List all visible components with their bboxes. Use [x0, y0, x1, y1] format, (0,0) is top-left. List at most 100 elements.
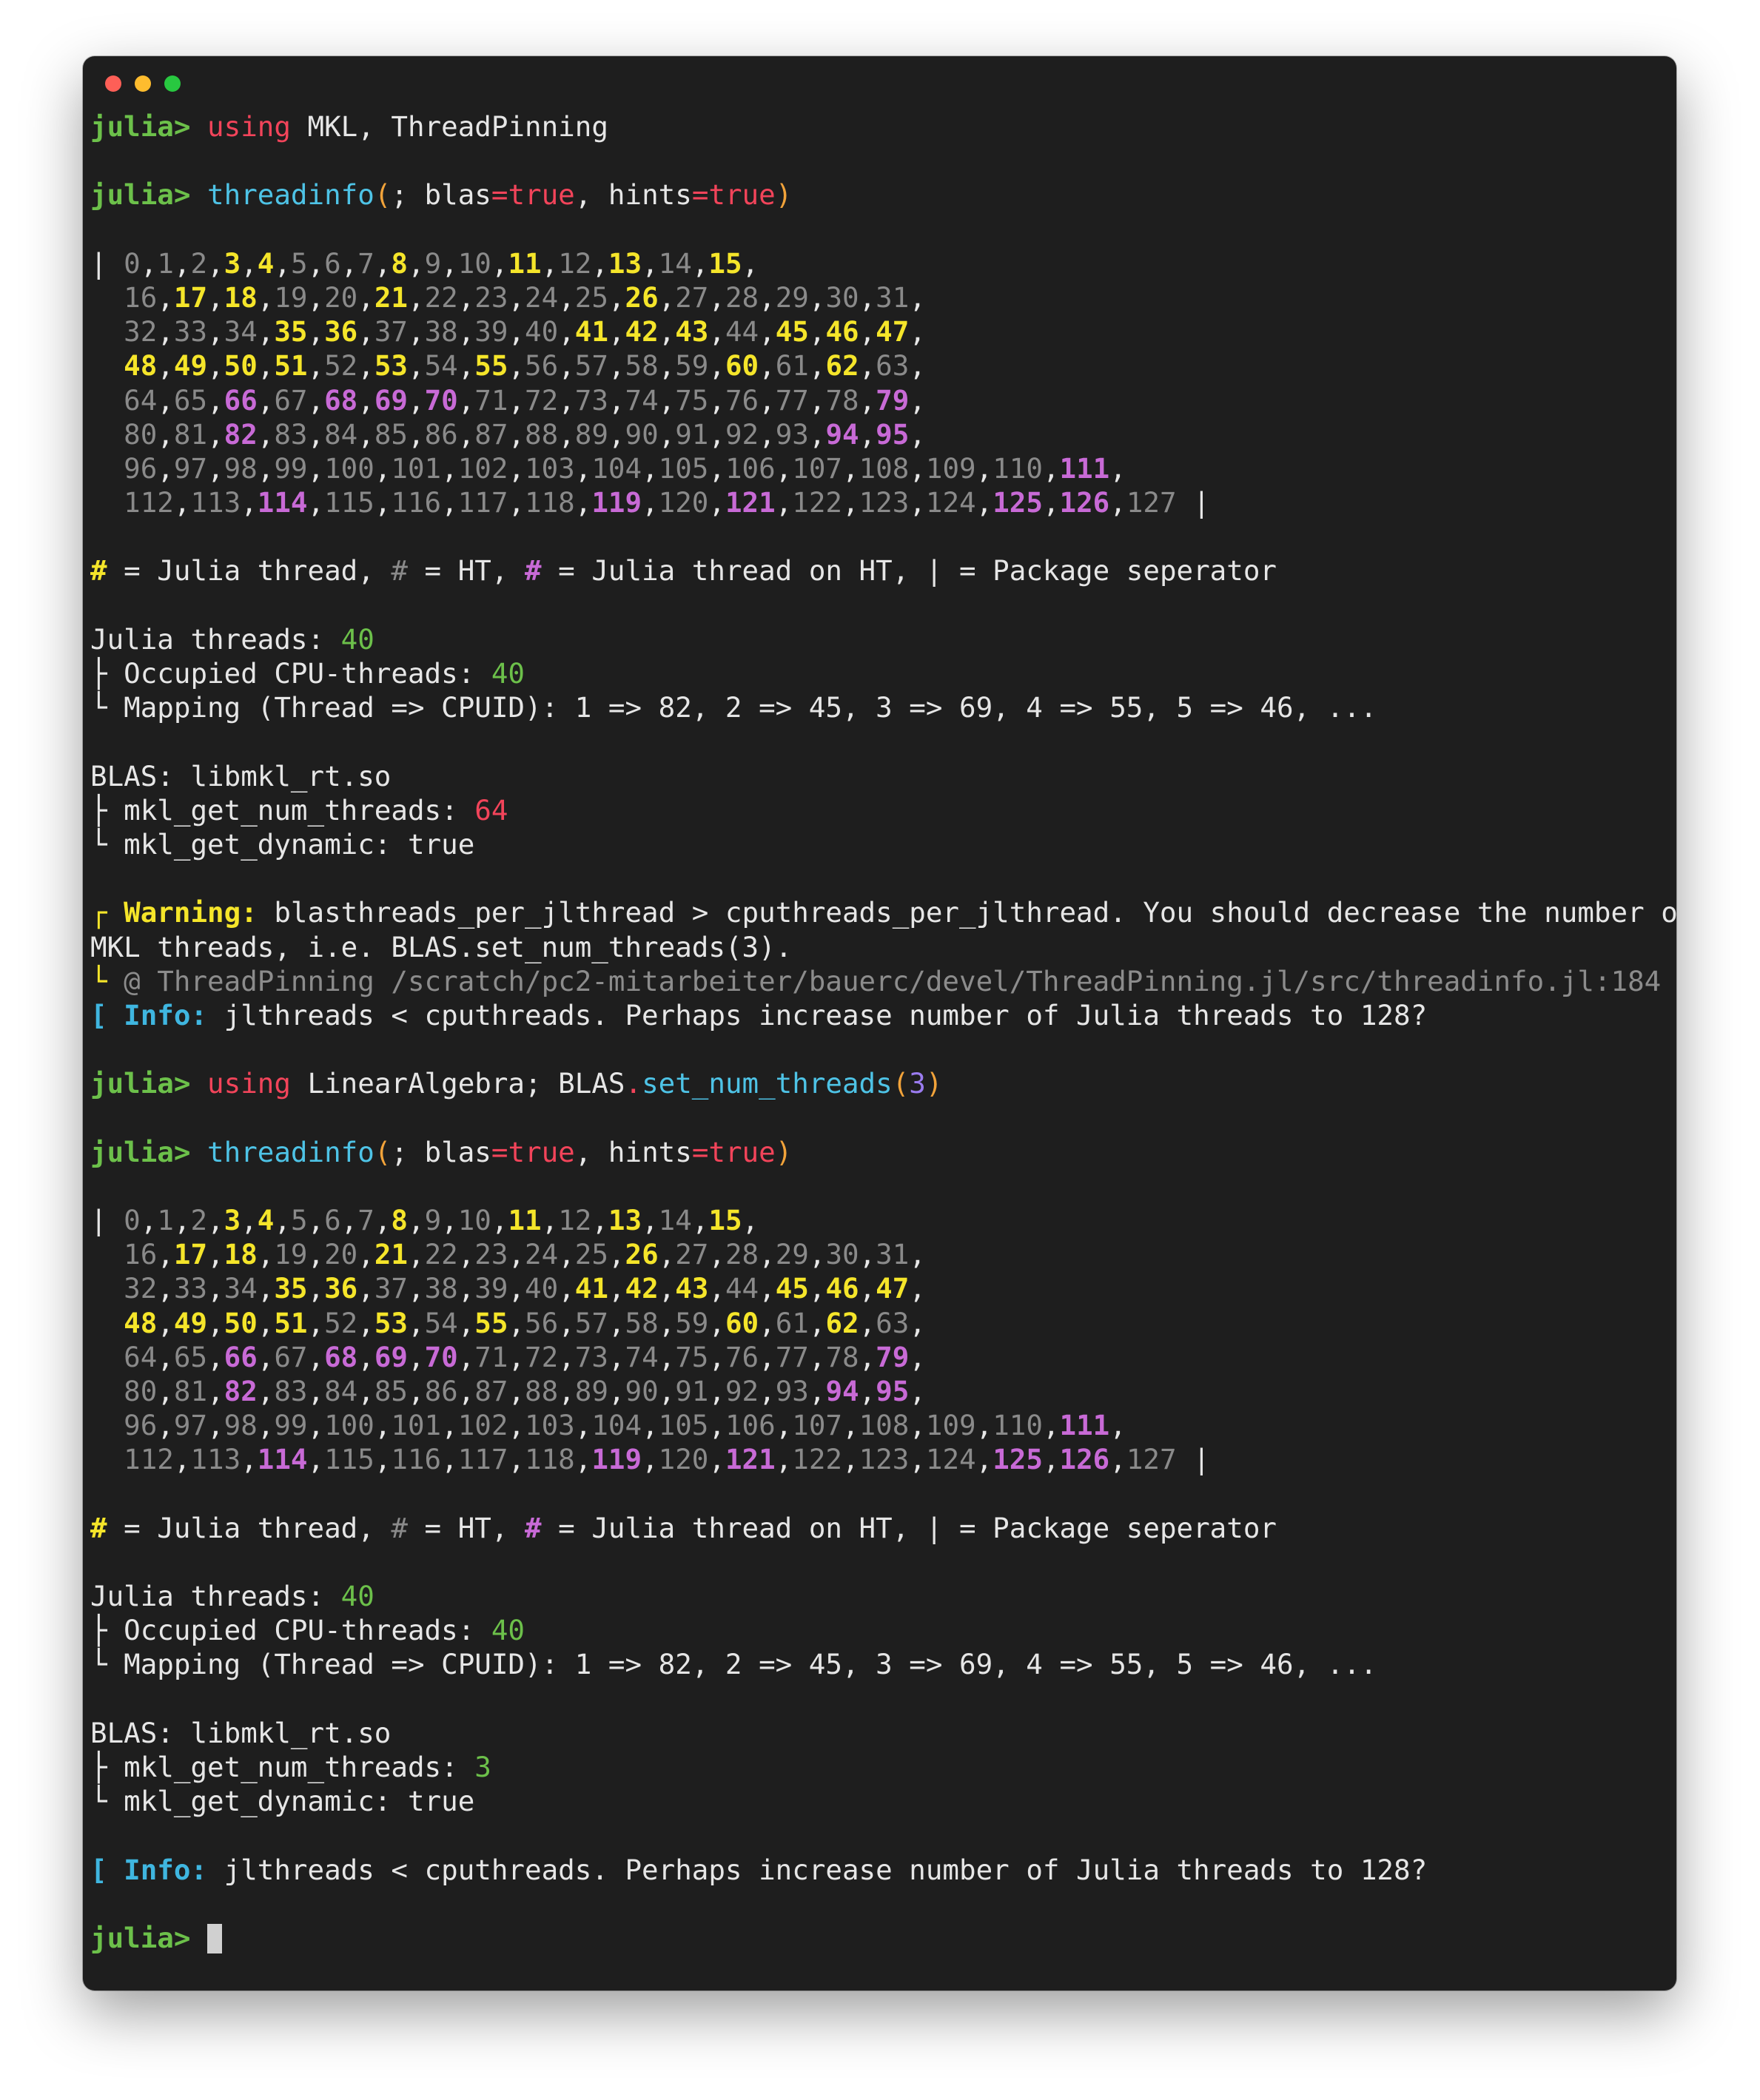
- terminal-text: ,: [842, 486, 859, 519]
- terminal-text: 16: [124, 280, 158, 314]
- terminal-text: 118: [525, 486, 575, 519]
- terminal-text: 112: [124, 486, 174, 519]
- terminal-text: 72: [525, 1340, 559, 1373]
- terminal-text: ,: [859, 349, 876, 383]
- terminal-text: ├ Occupied CPU-threads:: [90, 657, 491, 690]
- terminal-text: ,: [608, 1306, 625, 1339]
- terminal-text: 23: [474, 1238, 508, 1271]
- terminal-text: 103: [525, 451, 575, 485]
- terminal-text: ,: [808, 315, 826, 349]
- maximize-window-icon[interactable]: [164, 75, 181, 92]
- terminal-text: =: [691, 178, 709, 212]
- terminal-text: 53: [374, 1306, 408, 1339]
- terminal-text: 18: [224, 280, 258, 314]
- terminal-text: ,: [508, 1238, 525, 1271]
- terminal-text: ,: [441, 246, 458, 280]
- terminal-text: 113: [190, 486, 241, 519]
- terminal-line: 32,33,34,35,36,37,38,39,40,41,42,43,44,4…: [90, 1271, 1669, 1305]
- terminal-text: ,: [357, 1340, 374, 1373]
- terminal-text: 26: [625, 1238, 659, 1271]
- terminal-text: 81: [173, 1374, 208, 1407]
- terminal-text: ,: [257, 1340, 275, 1373]
- terminal-text: 37: [374, 315, 408, 349]
- terminal-text: ,: [274, 1204, 291, 1236]
- terminal-text: 2: [190, 1204, 208, 1236]
- terminal-text: ,: [407, 280, 425, 314]
- terminal-line: julia>: [90, 1921, 1669, 1955]
- terminal-text: 58: [625, 349, 659, 383]
- terminal-text: 5: [290, 1204, 308, 1236]
- terminal-text: ,: [859, 315, 876, 349]
- terminal-text: 116: [391, 486, 442, 519]
- terminal-text: ,: [207, 246, 224, 280]
- terminal-text: 61: [775, 1306, 809, 1339]
- terminal-text: ,: [909, 451, 926, 485]
- terminal-text: 83: [274, 1374, 308, 1407]
- minimize-window-icon[interactable]: [135, 75, 151, 92]
- terminal-text: Julia threads:: [90, 1580, 341, 1613]
- terminal-text: ,: [173, 486, 191, 519]
- terminal-text: ,: [1109, 451, 1126, 485]
- terminal-text: ,: [357, 315, 374, 349]
- terminal-text: 87: [474, 1374, 508, 1407]
- terminal-text: 96: [124, 451, 158, 485]
- terminal-text: 49: [173, 1306, 208, 1339]
- terminal-text: 82: [224, 417, 258, 451]
- terminal-text: └: [90, 964, 124, 997]
- terminal-text: ,: [558, 1374, 575, 1407]
- terminal-text: 77: [775, 1340, 809, 1373]
- terminal-text: [ Info:: [90, 1853, 208, 1886]
- terminal-text: ,: [307, 280, 325, 314]
- terminal-text: 104: [591, 451, 642, 485]
- terminal-text: ,: [307, 1204, 325, 1236]
- terminal-text: ,: [407, 1272, 425, 1305]
- terminal-text: 3: [909, 1067, 926, 1100]
- terminal-text: ,: [608, 383, 625, 417]
- terminal-text: ,: [457, 280, 475, 314]
- terminal-text: ,: [207, 315, 224, 349]
- terminal-text: ,: [357, 1238, 374, 1271]
- terminal-text: ,: [658, 1340, 676, 1373]
- terminal-text: ,: [357, 417, 374, 451]
- terminal-line: [ Info: jlthreads < cputhreads. Perhaps …: [90, 998, 1669, 1032]
- terminal-text: ,: [307, 1306, 325, 1339]
- terminal-output[interactable]: julia> using MKL, ThreadPinning julia> th…: [90, 110, 1676, 1955]
- terminal-text: 122: [792, 486, 843, 519]
- terminal-text: 99: [274, 451, 308, 485]
- terminal-text: ,: [207, 1306, 224, 1339]
- terminal-text: 8: [391, 1204, 408, 1236]
- close-window-icon[interactable]: [105, 75, 121, 92]
- terminal-text: 29: [775, 1238, 809, 1271]
- terminal-text: ,: [859, 1374, 876, 1407]
- terminal-line: 112,113,114,115,116,117,118,119,120,121,…: [90, 485, 1669, 519]
- terminal-text: ,: [909, 280, 926, 314]
- terminal-text: ,: [257, 1374, 275, 1407]
- terminal-text: ,: [207, 349, 224, 383]
- terminal-text: ,: [541, 1204, 559, 1236]
- terminal-text: ,: [508, 1340, 525, 1373]
- terminal-text: ): [925, 1067, 943, 1100]
- terminal-text: 95: [876, 1374, 910, 1407]
- terminal-text: (: [374, 178, 392, 212]
- terminal-text: ,: [457, 1374, 475, 1407]
- terminal-text: 101: [391, 451, 442, 485]
- terminal-text: 49: [173, 349, 208, 383]
- terminal-line: └ Mapping (Thread => CPUID): 1 => 82, 2 …: [90, 690, 1669, 724]
- terminal-text: 12: [558, 1204, 592, 1236]
- terminal-text: 114: [257, 486, 308, 519]
- terminal-text: ,: [775, 486, 793, 519]
- terminal-text: 63: [876, 1306, 910, 1339]
- terminal-text: Julia threads:: [90, 622, 341, 656]
- terminal-text: ,: [157, 451, 174, 485]
- terminal-line: [ Info: jlthreads < cputhreads. Perhaps …: [90, 1853, 1669, 1887]
- terminal-text: 67: [274, 1340, 308, 1373]
- terminal-text: ,: [441, 486, 458, 519]
- terminal-text: ,: [658, 1374, 676, 1407]
- terminal-text: ,: [207, 280, 224, 314]
- terminal-text: ├ mkl_get_num_threads:: [90, 1751, 475, 1783]
